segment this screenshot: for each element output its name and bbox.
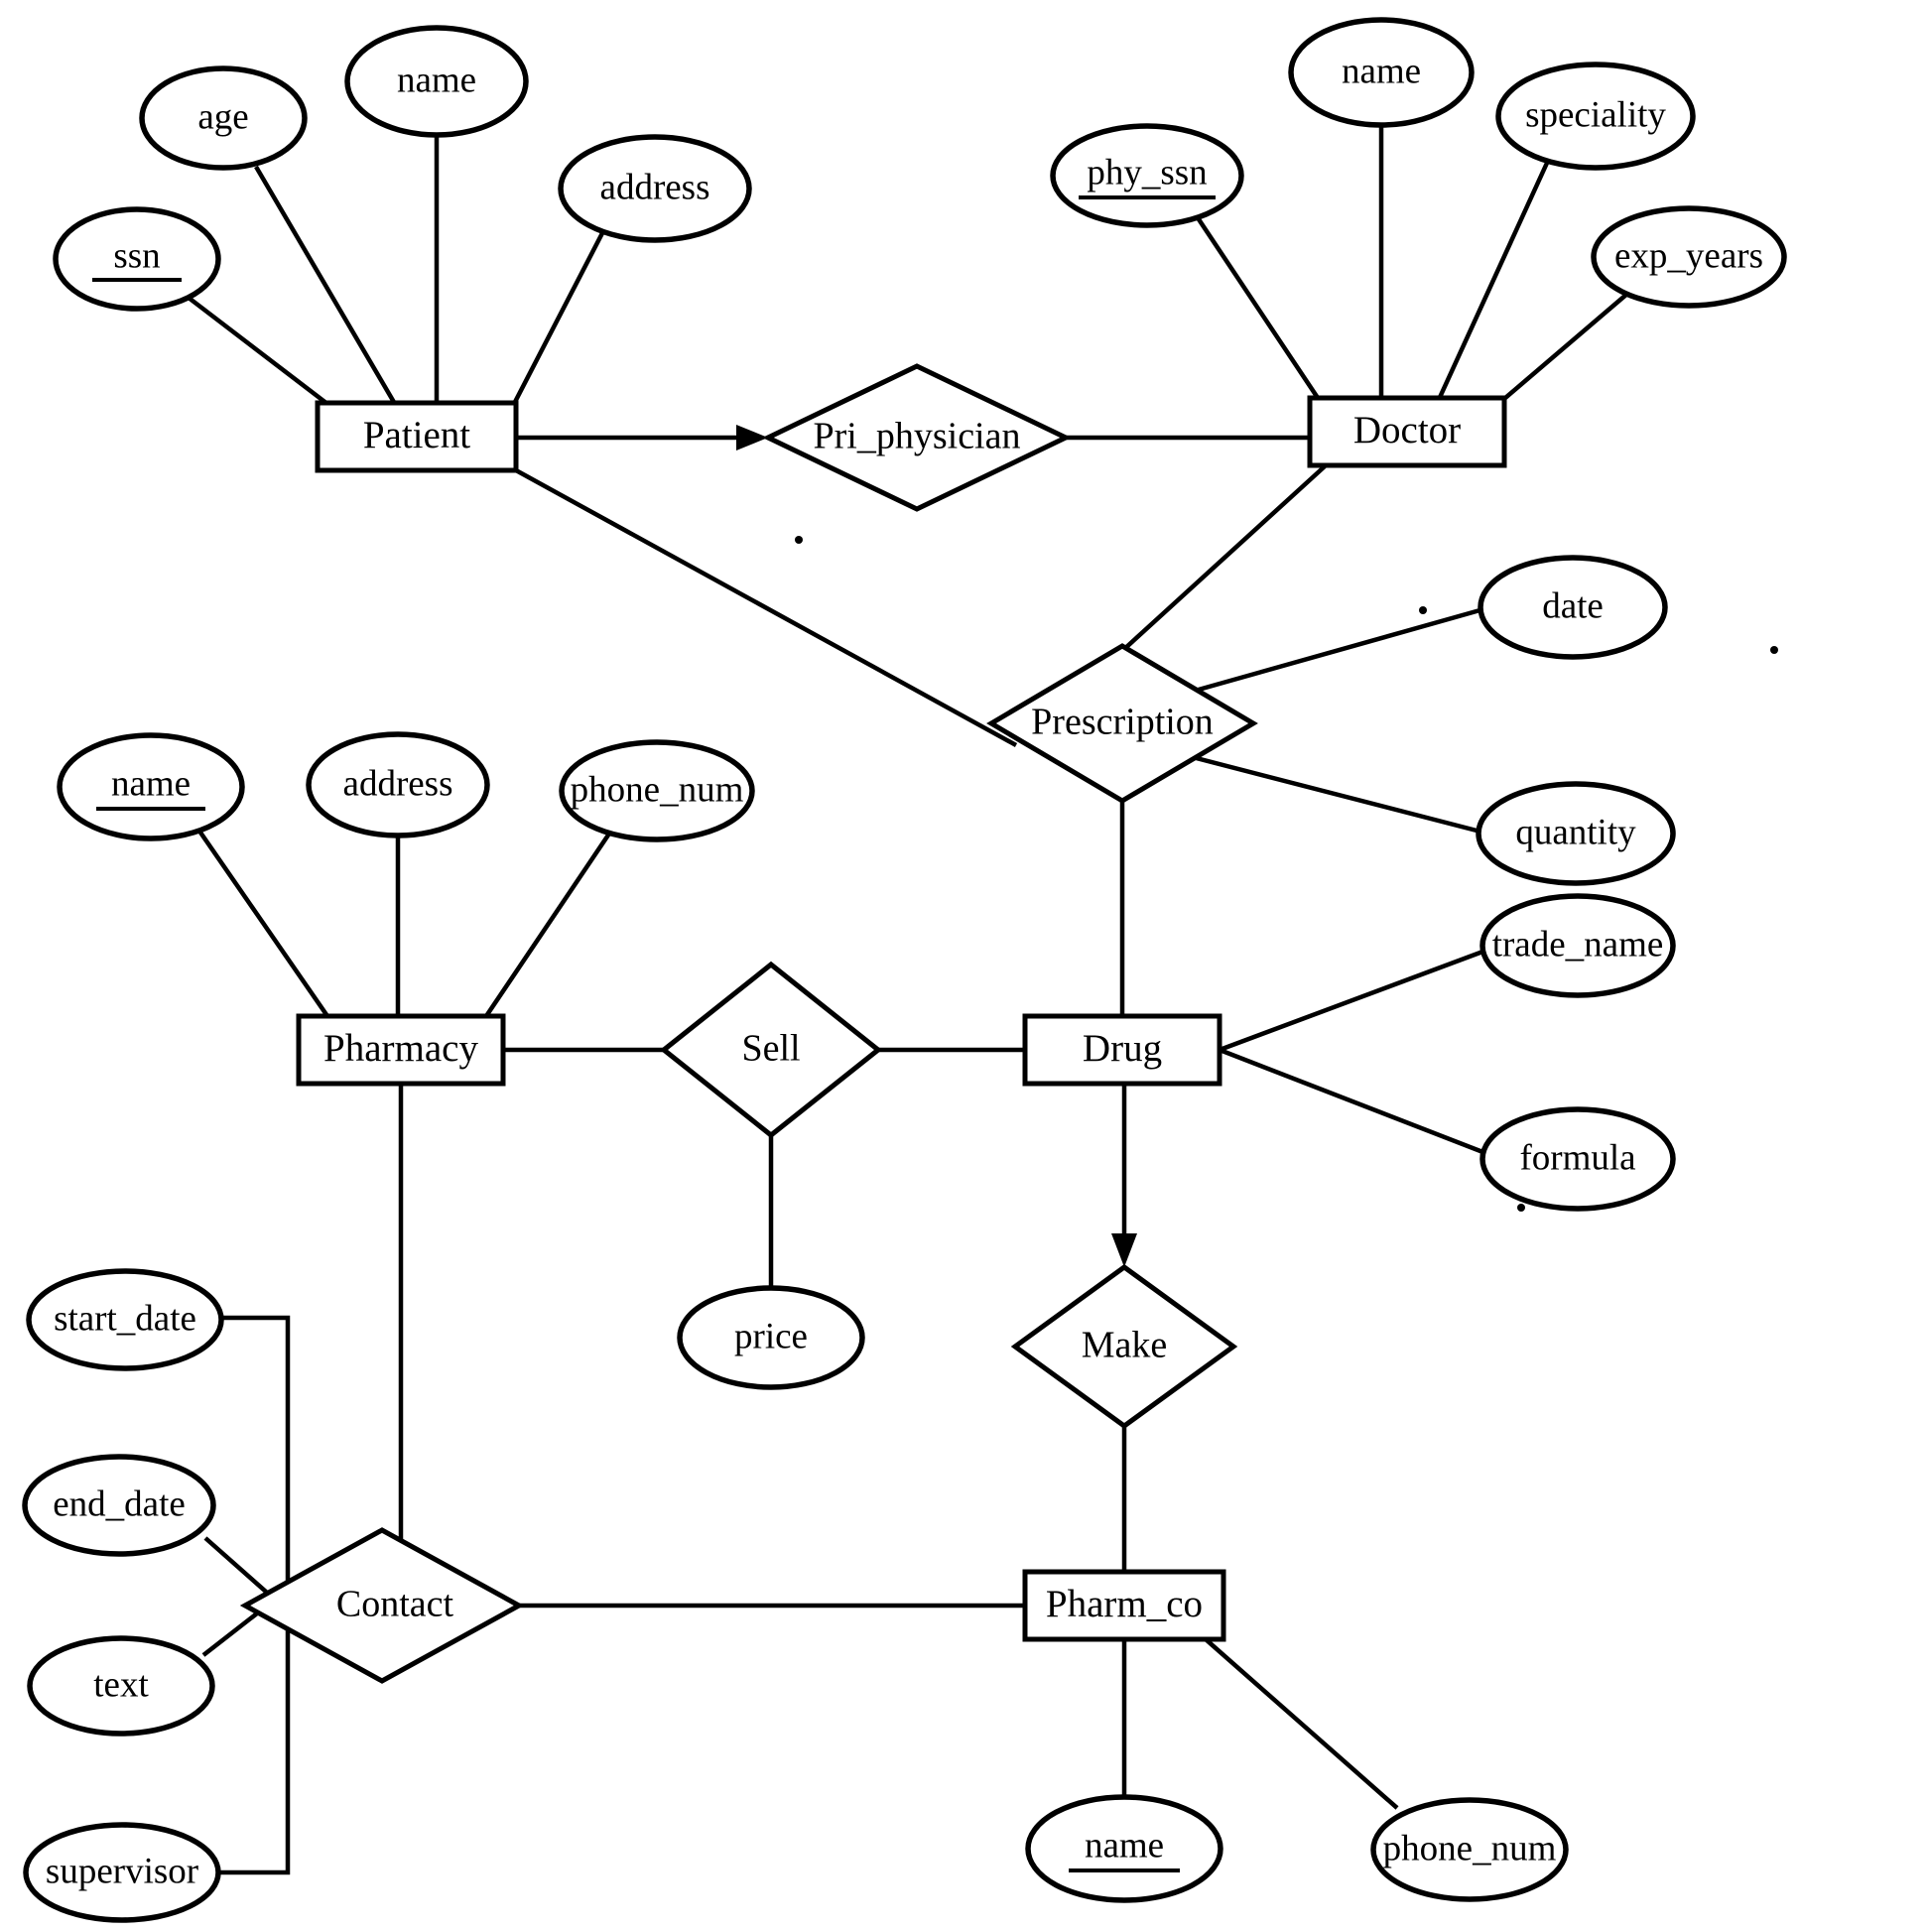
attribute-pharmacy-phone-num-label: phone_num xyxy=(571,769,744,810)
attribute-prescription-quantity[interactable]: quantity xyxy=(1476,781,1676,886)
edge-pharmacy-phone-num xyxy=(484,832,611,1018)
attribute-contact-text[interactable]: text xyxy=(27,1635,215,1737)
relationship-pri-physician-label: Pri_physician xyxy=(814,416,1021,457)
attribute-patient-age-label: age xyxy=(197,96,248,137)
attribute-prescription-quantity-label: quantity xyxy=(1515,812,1636,852)
attribute-drug-formula-label: formula xyxy=(1519,1137,1635,1178)
attribute-contact-end-date[interactable]: end_date xyxy=(22,1454,216,1557)
relationship-sell-label: Sell xyxy=(741,1028,800,1070)
attribute-pharm-co-phone-num[interactable]: phone_num xyxy=(1370,1797,1569,1902)
entity-pharm-co-label: Pharm_co xyxy=(1046,1583,1203,1625)
arrowhead-make xyxy=(1111,1233,1137,1267)
entity-patient-label: Patient xyxy=(363,414,470,456)
attribute-patient-name[interactable]: name xyxy=(344,25,529,138)
edge-doctor-prescription xyxy=(1110,464,1327,662)
attribute-pharmacy-address-label: address xyxy=(343,763,453,804)
attribute-drug-formula[interactable]: formula xyxy=(1479,1106,1676,1212)
attribute-contact-supervisor-label: supervisor xyxy=(46,1851,198,1891)
attribute-drug-trade-name-label: trade_name xyxy=(1492,924,1664,965)
attribute-doctor-name[interactable]: name xyxy=(1288,17,1475,128)
relationship-make[interactable]: Make xyxy=(1010,1263,1238,1430)
attribute-patient-address[interactable]: address xyxy=(558,134,752,243)
attribute-pharmacy-name[interactable]: name xyxy=(57,732,245,841)
edge-pharmacy-name xyxy=(196,828,329,1018)
attribute-prescription-date-label: date xyxy=(1542,585,1604,626)
edge-doctor-speciality xyxy=(1434,160,1551,405)
entity-pharm-co[interactable]: Pharm_co xyxy=(1022,1569,1226,1642)
edge-patient-address xyxy=(512,229,605,406)
attribute-contact-text-label: text xyxy=(93,1664,149,1705)
edge-prescription-date xyxy=(1180,606,1484,698)
attribute-doctor-phy-ssn[interactable]: phy_ssn xyxy=(1050,123,1244,228)
attribute-drug-trade-name[interactable]: trade_name xyxy=(1479,893,1676,998)
attribute-pharm-co-phone-num-label: phone_num xyxy=(1383,1828,1557,1868)
edge-contact-supervisor xyxy=(211,1627,291,1875)
edge-patient-prescription xyxy=(514,468,1018,747)
entity-pharmacy[interactable]: Pharmacy xyxy=(296,1013,506,1087)
attribute-doctor-phy-ssn-label: phy_ssn xyxy=(1087,152,1207,193)
relationship-sell[interactable]: Sell xyxy=(659,961,883,1139)
attribute-pharmacy-address[interactable]: address xyxy=(306,731,490,838)
attribute-pharmacy-name-label: name xyxy=(111,763,191,804)
attribute-sell-price-label: price xyxy=(734,1316,808,1356)
entity-drug[interactable]: Drug xyxy=(1022,1013,1222,1087)
entity-patient[interactable]: Patient xyxy=(315,400,519,473)
attribute-doctor-name-label: name xyxy=(1342,51,1421,91)
edge-doctor-exp-years xyxy=(1496,292,1629,406)
attribute-patient-age[interactable]: age xyxy=(139,65,308,171)
edge-pharm-co-phone-num xyxy=(1204,1637,1399,1810)
edge-patient-ssn xyxy=(187,296,329,406)
entity-drug-label: Drug xyxy=(1083,1027,1162,1070)
attribute-prescription-date[interactable]: date xyxy=(1478,555,1668,660)
attribute-contact-start-date[interactable]: start_date xyxy=(26,1268,224,1371)
entity-doctor[interactable]: Doctor xyxy=(1307,395,1507,468)
relationship-prescription-label: Prescription xyxy=(1031,702,1214,743)
attribute-pharm-co-name-label: name xyxy=(1085,1825,1164,1866)
relationship-prescription[interactable]: Prescription xyxy=(986,643,1258,804)
edge-drug-trade-name xyxy=(1219,948,1486,1053)
attribute-patient-name-label: name xyxy=(397,60,476,100)
relationship-contact-label: Contact xyxy=(336,1584,454,1625)
attribute-contact-supervisor[interactable]: supervisor xyxy=(23,1822,221,1923)
attribute-sell-price[interactable]: price xyxy=(677,1285,865,1390)
attribute-doctor-speciality[interactable]: speciality xyxy=(1495,62,1696,171)
entity-doctor-label: Doctor xyxy=(1353,409,1461,451)
attribute-contact-start-date-label: start_date xyxy=(54,1298,196,1339)
er-diagram-canvas: Patient Doctor Pharmacy Drug Pharm_co Pr… xyxy=(0,0,1929,1932)
edge-patient-age xyxy=(254,165,397,406)
relationship-make-label: Make xyxy=(1082,1325,1168,1366)
entity-pharmacy-label: Pharmacy xyxy=(323,1027,478,1070)
attribute-doctor-speciality-label: speciality xyxy=(1525,94,1666,135)
edge-prescription-quantity xyxy=(1180,751,1481,835)
attribute-doctor-exp-years[interactable]: exp_years xyxy=(1591,205,1787,309)
attribute-pharmacy-phone-num[interactable]: phone_num xyxy=(559,739,755,842)
attribute-patient-ssn-label: ssn xyxy=(113,235,160,276)
edge-doctor-phy-ssn xyxy=(1195,214,1324,406)
er-diagram-svg: Patient Doctor Pharmacy Drug Pharm_co Pr… xyxy=(22,17,1787,1923)
edge-drug-formula xyxy=(1219,1047,1486,1156)
attribute-pharm-co-name[interactable]: name xyxy=(1025,1794,1223,1903)
relationship-pri-physician[interactable]: Pri_physician xyxy=(762,363,1072,512)
entities-layer: Patient Doctor Pharmacy Drug Pharm_co xyxy=(296,395,1507,1642)
attribute-contact-end-date-label: end_date xyxy=(53,1483,186,1524)
attribute-patient-address-label: address xyxy=(600,167,710,207)
attribute-doctor-exp-years-label: exp_years xyxy=(1614,235,1763,276)
attribute-patient-ssn[interactable]: ssn xyxy=(53,206,221,312)
